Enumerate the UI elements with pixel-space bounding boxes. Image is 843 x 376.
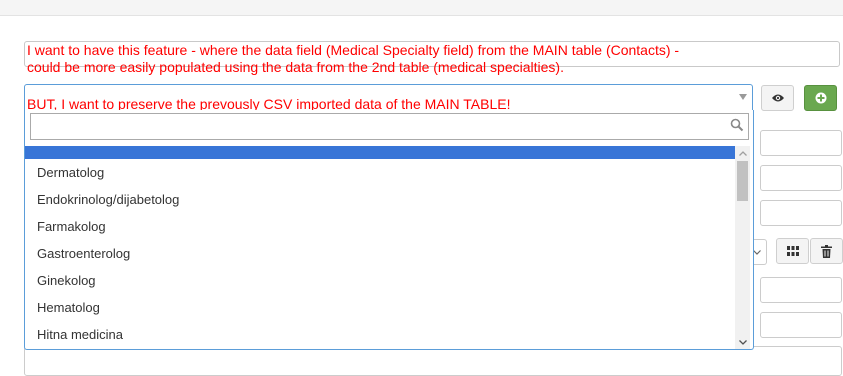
form-field[interactable] — [760, 200, 842, 226]
form-field[interactable] — [760, 130, 842, 156]
grid-icon — [786, 246, 799, 256]
option[interactable]: Dermatolog — [25, 159, 735, 186]
options-list: Dermatolog Endokrinolog/dijabetolog Farm… — [25, 146, 735, 349]
form-field[interactable] — [760, 312, 842, 338]
option-empty-highlighted[interactable] — [25, 146, 735, 159]
scroll-down-arrow-icon[interactable] — [735, 335, 750, 349]
option[interactable]: Hematolog — [25, 294, 735, 321]
option[interactable]: Hitna medicina — [25, 321, 735, 348]
note-line-2: could be more easily populated using the… — [27, 59, 564, 75]
scrollbar[interactable] — [735, 146, 750, 349]
grid-button[interactable] — [776, 238, 809, 264]
form-field[interactable] — [760, 277, 842, 303]
form-field[interactable] — [760, 165, 842, 191]
top-toolbar — [0, 0, 843, 16]
eye-icon — [771, 94, 784, 102]
search-input[interactable] — [30, 113, 749, 140]
option[interactable]: Endokrinolog/dijabetolog — [25, 186, 735, 213]
dropdown-panel: Dermatolog Endokrinolog/dijabetolog Farm… — [24, 110, 754, 350]
dropdown-arrow-icon[interactable] — [739, 94, 747, 100]
scroll-up-arrow-icon[interactable] — [735, 146, 750, 160]
view-button[interactable] — [761, 85, 794, 111]
add-button[interactable] — [804, 85, 837, 111]
option[interactable]: Ginekolog — [25, 267, 735, 294]
delete-button[interactable] — [810, 238, 843, 264]
search-icon — [730, 118, 744, 132]
note-line-1: I want to have this feature - where the … — [27, 42, 680, 58]
option[interactable]: Farmakolog — [25, 213, 735, 240]
plus-circle-icon — [815, 92, 826, 104]
option[interactable]: Gastroenterolog — [25, 240, 735, 267]
form-field[interactable] — [24, 346, 842, 376]
trash-icon — [821, 244, 832, 258]
scroll-thumb[interactable] — [737, 161, 748, 201]
